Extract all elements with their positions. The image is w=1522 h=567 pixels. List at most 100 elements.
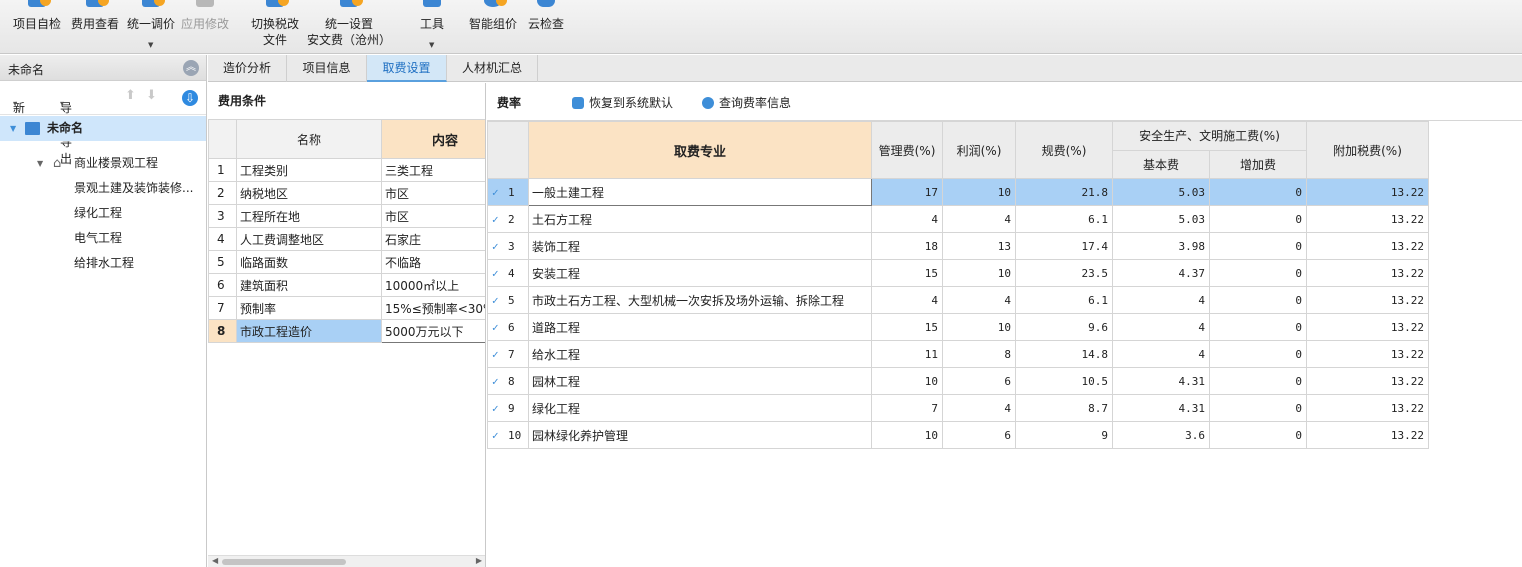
fee-condition-row[interactable]: 7 预制率 15%≤预制率<30% [208, 296, 485, 320]
additional-tax-cell[interactable]: 13.22 [1306, 286, 1429, 314]
specialty-cell[interactable]: 安装工程 [528, 259, 872, 287]
safety-base-fee-cell[interactable]: 4.31 [1112, 367, 1210, 395]
regulation-fee-cell[interactable]: 23.5 [1015, 259, 1113, 287]
tree-node-unit[interactable]: 景观土建及装饰装修... [0, 176, 206, 201]
condition-content-cell[interactable]: 三类工程 [381, 158, 485, 182]
additional-tax-cell[interactable]: 13.22 [1306, 313, 1429, 341]
tree-node-unit[interactable]: 给排水工程 [0, 251, 206, 276]
tab-fee-settings[interactable]: 取费设置 [367, 55, 447, 82]
safety-base-fee-cell[interactable]: 4.37 [1112, 259, 1210, 287]
collapse-up-icon[interactable]: ︽ [183, 60, 199, 76]
condition-content-cell[interactable]: 不临路 [381, 250, 485, 274]
scroll-right-icon[interactable]: ▶ [476, 556, 482, 565]
regulation-fee-cell[interactable]: 6.1 [1015, 205, 1113, 233]
safety-base-fee-cell[interactable]: 3.6 [1112, 421, 1210, 449]
profit-cell[interactable]: 13 [942, 232, 1016, 260]
additional-tax-cell[interactable]: 13.22 [1306, 178, 1429, 206]
safety-extra-fee-cell[interactable]: 0 [1209, 178, 1307, 206]
specialty-cell[interactable]: 给水工程 [528, 340, 872, 368]
specialty-cell[interactable]: 园林绿化养护管理 [528, 421, 872, 449]
fee-condition-row[interactable]: 2 纳税地区 市区 [208, 181, 485, 205]
safety-base-fee-cell[interactable]: 5.03 [1112, 205, 1210, 233]
management-fee-cell[interactable]: 15 [871, 313, 943, 341]
additional-tax-cell[interactable]: 13.22 [1306, 232, 1429, 260]
fee-condition-row[interactable]: 6 建筑面积 10000㎡以上 [208, 273, 485, 297]
fee-rate-row[interactable]: ✓ 10 园林绿化养护管理 10 6 9 3.6 0 13.22 [487, 421, 1429, 449]
additional-tax-cell[interactable]: 13.22 [1306, 340, 1429, 368]
additional-tax-cell[interactable]: 13.22 [1306, 205, 1429, 233]
horizontal-scrollbar[interactable]: ◀ ▶ [208, 555, 485, 567]
additional-tax-cell[interactable]: 13.22 [1306, 394, 1429, 422]
safety-base-fee-cell[interactable]: 3.98 [1112, 232, 1210, 260]
safety-extra-fee-cell[interactable]: 0 [1209, 286, 1307, 314]
profit-cell[interactable]: 8 [942, 340, 1016, 368]
move-down-icon[interactable]: ⬇ [146, 88, 157, 103]
specialty-cell[interactable]: 一般土建工程 [528, 178, 872, 206]
fee-rate-row[interactable]: ✓ 9 绿化工程 7 4 8.7 4.31 0 13.22 [487, 394, 1429, 422]
tree-node-project[interactable]: ▼ ⌂ 商业楼景观工程 [0, 151, 206, 176]
profit-cell[interactable]: 6 [942, 421, 1016, 449]
additional-tax-cell[interactable]: 13.22 [1306, 421, 1429, 449]
tab-project-info[interactable]: 项目信息 [287, 55, 367, 82]
restore-defaults-button[interactable]: 恢复到系统默认 [572, 94, 673, 111]
additional-tax-cell[interactable]: 13.22 [1306, 367, 1429, 395]
profit-cell[interactable]: 6 [942, 367, 1016, 395]
scroll-left-icon[interactable]: ◀ [212, 556, 218, 565]
fee-rate-row[interactable]: ✓ 1 一般土建工程 17 10 21.8 5.03 0 13.22 [487, 178, 1429, 206]
safety-extra-fee-cell[interactable]: 0 [1209, 259, 1307, 287]
safety-base-fee-cell[interactable]: 4 [1112, 340, 1210, 368]
tab-cost-analysis[interactable]: 造价分析 [208, 55, 287, 82]
specialty-cell[interactable]: 市政土石方工程、大型机械一次安拆及场外运输、拆除工程 [528, 286, 872, 314]
regulation-fee-cell[interactable]: 10.5 [1015, 367, 1113, 395]
query-rate-info-button[interactable]: 查询费率信息 [702, 94, 791, 111]
safety-extra-fee-cell[interactable]: 0 [1209, 232, 1307, 260]
fee-rate-row[interactable]: ✓ 3 装饰工程 18 13 17.4 3.98 0 13.22 [487, 232, 1429, 260]
condition-content-cell[interactable]: 市区 [381, 181, 485, 205]
fee-rate-row[interactable]: ✓ 4 安装工程 15 10 23.5 4.37 0 13.22 [487, 259, 1429, 287]
regulation-fee-cell[interactable]: 17.4 [1015, 232, 1113, 260]
safety-extra-fee-cell[interactable]: 0 [1209, 313, 1307, 341]
tab-material-summary[interactable]: 人材机汇总 [447, 55, 538, 82]
fee-condition-row[interactable]: 4 人工费调整地区 石家庄 [208, 227, 485, 251]
regulation-fee-cell[interactable]: 14.8 [1015, 340, 1113, 368]
download-icon[interactable]: ⇩ [182, 90, 198, 106]
profit-cell[interactable]: 10 [942, 313, 1016, 341]
safety-extra-fee-cell[interactable]: 0 [1209, 340, 1307, 368]
condition-content-cell[interactable]: 石家庄 [381, 227, 485, 251]
safety-extra-fee-cell[interactable]: 0 [1209, 394, 1307, 422]
condition-content-cell[interactable]: 15%≤预制率<30% [381, 296, 485, 320]
safety-base-fee-cell[interactable]: 4 [1112, 313, 1210, 341]
profit-cell[interactable]: 10 [942, 178, 1016, 206]
fee-condition-row[interactable]: 1 工程类别 三类工程 [208, 158, 485, 182]
specialty-cell[interactable]: 道路工程 [528, 313, 872, 341]
condition-content-cell[interactable]: 5000万元以下 [381, 319, 485, 343]
specialty-cell[interactable]: 园林工程 [528, 367, 872, 395]
profit-cell[interactable]: 4 [942, 394, 1016, 422]
fee-condition-row[interactable]: 5 临路面数 不临路 [208, 250, 485, 274]
move-up-icon[interactable]: ⬆ [125, 88, 136, 103]
safety-extra-fee-cell[interactable]: 0 [1209, 205, 1307, 233]
fee-rate-row[interactable]: ✓ 8 园林工程 10 6 10.5 4.31 0 13.22 [487, 367, 1429, 395]
specialty-cell[interactable]: 装饰工程 [528, 232, 872, 260]
profit-cell[interactable]: 10 [942, 259, 1016, 287]
fee-rate-row[interactable]: ✓ 2 土石方工程 4 4 6.1 5.03 0 13.22 [487, 205, 1429, 233]
management-fee-cell[interactable]: 7 [871, 394, 943, 422]
management-fee-cell[interactable]: 18 [871, 232, 943, 260]
specialty-cell[interactable]: 绿化工程 [528, 394, 872, 422]
regulation-fee-cell[interactable]: 9.6 [1015, 313, 1113, 341]
fee-rate-row[interactable]: ✓ 7 给水工程 11 8 14.8 4 0 13.22 [487, 340, 1429, 368]
management-fee-cell[interactable]: 10 [871, 421, 943, 449]
management-fee-cell[interactable]: 15 [871, 259, 943, 287]
regulation-fee-cell[interactable]: 9 [1015, 421, 1113, 449]
fee-rate-row[interactable]: ✓ 5 市政土石方工程、大型机械一次安拆及场外运输、拆除工程 4 4 6.1 4 0 13.22 [487, 286, 1429, 314]
safety-base-fee-cell[interactable]: 5.03 [1112, 178, 1210, 206]
additional-tax-cell[interactable]: 13.22 [1306, 259, 1429, 287]
scrollbar-thumb[interactable] [222, 559, 346, 565]
safety-base-fee-cell[interactable]: 4 [1112, 286, 1210, 314]
specialty-cell[interactable]: 土石方工程 [528, 205, 872, 233]
fee-condition-row[interactable]: 3 工程所在地 市区 [208, 204, 485, 228]
management-fee-cell[interactable]: 4 [871, 205, 943, 233]
safety-extra-fee-cell[interactable]: 0 [1209, 421, 1307, 449]
safety-base-fee-cell[interactable]: 4.31 [1112, 394, 1210, 422]
condition-content-cell[interactable]: 10000㎡以上 [381, 273, 485, 297]
